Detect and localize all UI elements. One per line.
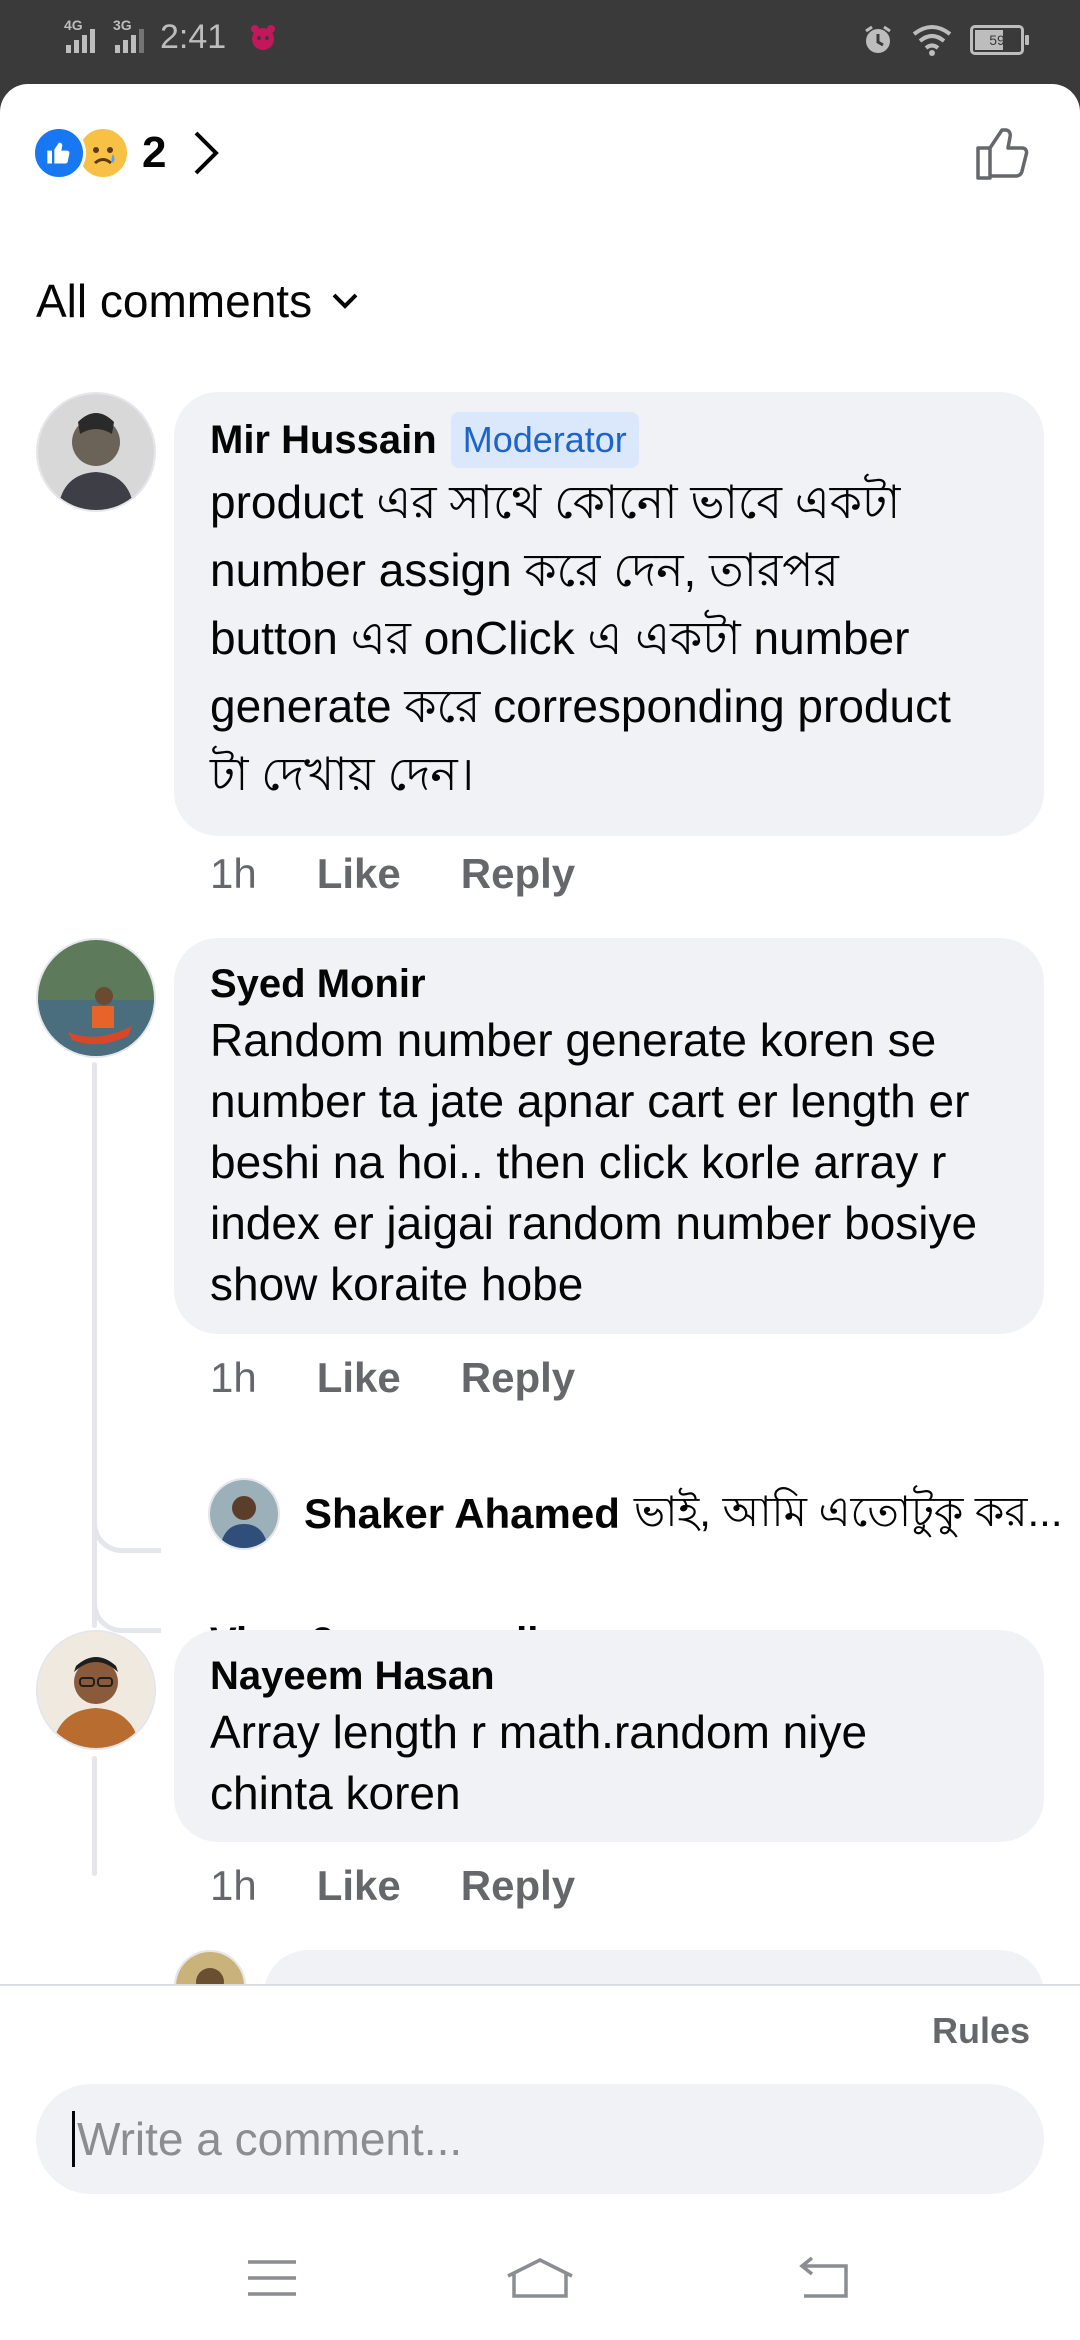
comment-input-placeholder: Write a comment...: [77, 2113, 463, 2165]
cell-signal-icon-2: 3G: [113, 17, 144, 53]
text-cursor: [72, 2111, 75, 2167]
reply-button[interactable]: Reply: [461, 1354, 575, 1402]
comment-text: product এর সাথে কোনো ভাবে একটা number as…: [210, 476, 951, 800]
cell-signal-icon: 4G: [64, 17, 95, 53]
like-button[interactable]: Like: [317, 850, 401, 898]
reactions-summary[interactable]: 2: [32, 126, 220, 180]
comment-actions: 1h Like Reply: [210, 1862, 575, 1910]
reply-author[interactable]: Shaker Ahamed: [304, 1490, 620, 1538]
reply-snippet: ভাই, আমি এতোটুকু কর...: [633, 1487, 1063, 1535]
avatar[interactable]: [36, 938, 156, 1058]
chevron-right-icon: [195, 131, 220, 175]
comment-text: Array length r math.random niye chinta k…: [210, 1706, 868, 1819]
like-reaction-icon: [32, 126, 86, 180]
reply-preview[interactable]: Shaker Ahamed ভাই, আমি এতোটুকু কর...: [208, 1478, 1063, 1550]
comment-author[interactable]: Nayeem Hasan: [210, 1650, 495, 1702]
comment-composer: Rules Write a comment...: [0, 1984, 1080, 2340]
rules-link[interactable]: Rules: [932, 2010, 1030, 2052]
comment-bubble[interactable]: Nayeem Hasan Array length r math.random …: [174, 1630, 1044, 1842]
moderator-badge: Moderator: [450, 412, 639, 468]
battery-icon: 59: [970, 25, 1029, 55]
comment-bubble[interactable]: Mir Hussain Moderator product এর সাথে কো…: [174, 392, 1044, 836]
menu-icon[interactable]: [244, 2256, 300, 2300]
comment-actions: 1h Like Reply: [210, 850, 575, 898]
comment-actions: 1h Like Reply: [210, 1354, 575, 1402]
app-notification-icon: [251, 24, 276, 50]
comment-filter-dropdown[interactable]: All comments: [36, 274, 360, 328]
clock: 2:41: [160, 18, 227, 56]
home-icon[interactable]: [504, 2256, 576, 2300]
back-icon[interactable]: [794, 2256, 854, 2300]
avatar[interactable]: [208, 1478, 280, 1550]
filter-label: All comments: [36, 275, 313, 327]
avatar[interactable]: [36, 1630, 156, 1750]
reply-button[interactable]: Reply: [461, 1862, 575, 1910]
thread-branch: [92, 1484, 161, 1553]
thread-line: [92, 1756, 97, 1876]
comment-time: 1h: [210, 1354, 257, 1401]
thread-branch: [92, 1584, 161, 1633]
comment-author[interactable]: Mir Hussain: [210, 414, 437, 466]
reply-button[interactable]: Reply: [461, 850, 575, 898]
like-button[interactable]: Like: [317, 1862, 401, 1910]
comment-author[interactable]: Syed Monir: [210, 958, 426, 1010]
like-button[interactable]: Like: [317, 1354, 401, 1402]
avatar[interactable]: [36, 392, 156, 512]
comment-time: 1h: [210, 1862, 257, 1909]
comments-sheet: 2 All comments Mir Hussain Moderator pro…: [0, 84, 1080, 2340]
chevron-down-icon: [332, 293, 358, 309]
comment-text: Random number generate koren se number t…: [210, 1014, 978, 1310]
system-nav-bar: [0, 2234, 1080, 2340]
thread-line: [92, 1062, 97, 1628]
like-post-icon[interactable]: [972, 120, 1036, 184]
comment-time: 1h: [210, 850, 257, 897]
comment-input[interactable]: Write a comment...: [36, 2084, 1044, 2194]
wifi-icon: [912, 25, 952, 56]
alarm-icon: [865, 25, 891, 53]
reaction-count: 2: [142, 128, 167, 177]
comment-bubble[interactable]: Syed Monir Random number generate koren …: [174, 938, 1044, 1334]
status-bar: 4G 3G 2:41 59: [0, 0, 1080, 84]
